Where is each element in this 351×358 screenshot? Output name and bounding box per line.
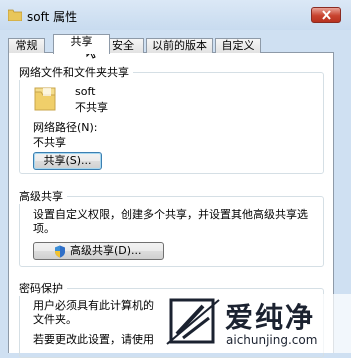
watermark-url: aichunjing.com (226, 333, 318, 347)
network-path-value: 不共享 (33, 136, 66, 149)
share-button[interactable]: 共享(S)... (33, 152, 102, 170)
watermark-brand: 爱纯净 (225, 301, 316, 334)
tab-general[interactable]: 常规 (8, 38, 45, 53)
folder-icon (8, 9, 22, 21)
tab-sharing[interactable]: 共享 (53, 34, 110, 54)
close-icon (322, 10, 331, 20)
network-path-label: 网络路径(N): (33, 121, 98, 134)
advanced-share-title: 高级共享 (15, 188, 67, 204)
close-button[interactable] (311, 7, 341, 23)
shield-icon (55, 245, 65, 258)
password-text-line3: 若要更改此设置，请使用 (33, 333, 154, 346)
share-status: 不共享 (75, 101, 108, 114)
advanced-share-button-label: 高级共享(D)... (70, 244, 142, 257)
password-text-line2: 文件夹。 (33, 313, 77, 326)
advanced-share-description: 设置自定义权限，创建多个共享，并设置其他高级共享选 (33, 208, 308, 221)
folder-name: soft (75, 85, 96, 98)
advanced-share-description-cont: 项。 (33, 222, 55, 235)
title-bar: soft 属性 (0, 0, 351, 30)
tab-previous-versions[interactable]: 以前的版本 (146, 38, 213, 53)
shared-folder-icon (34, 87, 56, 111)
window-title: soft 属性 (27, 10, 78, 24)
password-title: 密码保护 (15, 280, 67, 296)
advanced-share-button[interactable]: 高级共享(D)... (33, 242, 164, 260)
watermark: 爱纯净 aichunjing.com (163, 294, 351, 353)
tab-customize[interactable]: 自定义 (215, 38, 261, 53)
network-share-title: 网络文件和文件夹共享 (15, 64, 133, 80)
